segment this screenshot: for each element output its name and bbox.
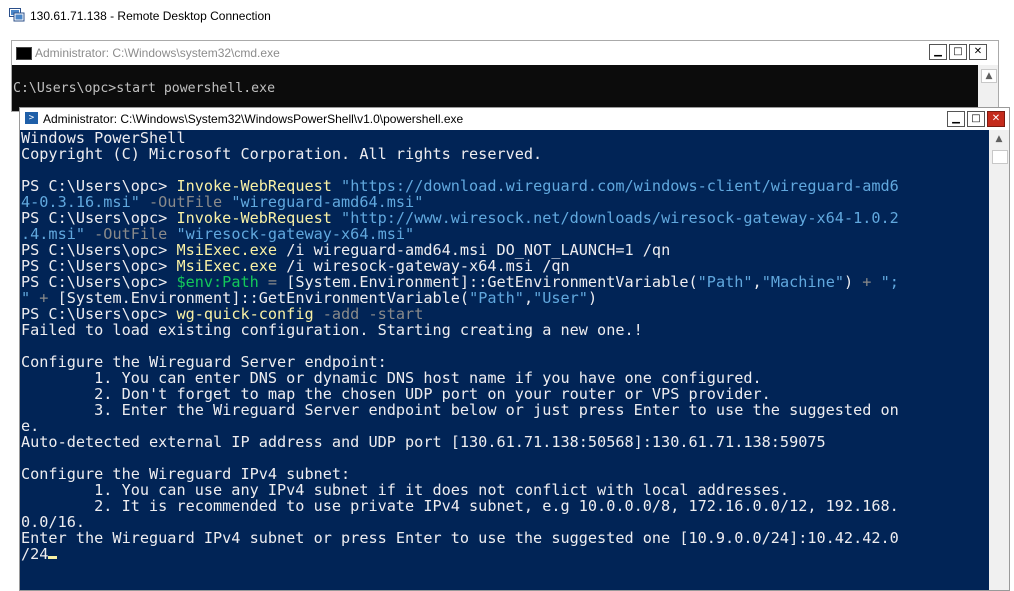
powershell-scrollbar[interactable]: ▲ [989, 130, 1009, 590]
cmd-close-button[interactable]: ✕ [969, 44, 987, 60]
rdp-title-bar: 130.61.71.138 - Remote Desktop Connectio… [0, 0, 1014, 34]
remote-desktop-icon [9, 8, 25, 22]
console-text-segment: , [523, 289, 534, 307]
cmd-console-line: C:\Users\opc>start powershell.exe [13, 81, 276, 96]
console-line: PS C:\Users\opc> $env:Path = [System.Env… [21, 274, 899, 290]
console-line: /24 [21, 546, 899, 562]
console-text-segment: "; [871, 273, 899, 291]
console-line: e. [21, 418, 899, 434]
console-line: 1. You can use any IPv4 subnet if it doe… [21, 482, 899, 498]
rdp-window-title: 130.61.71.138 - Remote Desktop Connectio… [30, 9, 271, 23]
powershell-icon: > [25, 112, 38, 124]
cmd-scrollbar[interactable]: ▲ [978, 65, 998, 111]
cmd-minimize-button[interactable]: ▁ [929, 44, 947, 60]
cmd-window[interactable]: Administrator: C:\Windows\system32\cmd.e… [11, 40, 999, 112]
powershell-scroll-thumb[interactable] [992, 150, 1008, 164]
cmd-title-bar[interactable]: Administrator: C:\Windows\system32\cmd.e… [12, 41, 998, 65]
cmd-scroll-up-arrow-icon[interactable]: ▲ [981, 69, 997, 83]
cmd-window-title: Administrator: C:\Windows\system32\cmd.e… [35, 46, 280, 60]
console-line: PS C:\Users\opc> Invoke-WebRequest "http… [21, 210, 899, 226]
console-line: Windows PowerShell [21, 130, 899, 146]
console-text-segment: "Path" [469, 289, 524, 307]
console-text-segment: Failed to load existing configuration. S… [21, 321, 643, 339]
console-text-segment: 3. Enter the Wireguard Server endpoint b… [21, 401, 899, 419]
console-line: 0.0/16. [21, 514, 899, 530]
console-line: Copyright (C) Microsoft Corporation. All… [21, 146, 899, 162]
console-text-segment: ) [587, 289, 598, 307]
console-line: .4.msi" -OutFile "wiresock-gateway-x64.m… [21, 226, 899, 242]
powershell-close-button[interactable]: ✕ [987, 111, 1005, 127]
console-line: PS C:\Users\opc> Invoke-WebRequest "http… [21, 178, 899, 194]
console-line: 2. It is recommended to use private IPv4… [21, 498, 899, 514]
console-line: 3. Enter the Wireguard Server endpoint b… [21, 402, 899, 418]
powershell-console[interactable]: Windows PowerShell Copyright (C) Microsof… [20, 130, 989, 590]
console-line: 1. You can enter DNS or dynamic DNS host… [21, 370, 899, 386]
console-text-segment: , [752, 273, 762, 291]
text-cursor [48, 556, 58, 559]
console-line: PS C:\Users\opc> wg-quick-config -add -s… [21, 306, 899, 322]
console-line: " + [System.Environment]::GetEnvironment… [21, 290, 899, 306]
scroll-up-arrow-icon[interactable]: ▲ [992, 133, 1006, 145]
console-text-segment: Auto-detected external IP address and UD… [21, 433, 826, 451]
cmd-icon [16, 47, 32, 60]
console-line: Enter the Wireguard IPv4 subnet or press… [21, 530, 899, 546]
console-text-segment: /24 [21, 545, 49, 563]
console-line: Configure the Wireguard IPv4 subnet: [21, 466, 899, 482]
powershell-minimize-button[interactable]: ▁ [947, 111, 965, 127]
console-line: 4-0.3.16.msi" -OutFile "wireguard-amd64.… [21, 194, 899, 210]
console-text-segment: "Machine" [761, 273, 844, 291]
cmd-console[interactable]: C:\Users\opc>start powershell.exe [12, 65, 978, 111]
console-text-segment: "Path" [697, 273, 753, 291]
console-line: PS C:\Users\opc> MsiExec.exe /i wireguar… [21, 242, 899, 258]
powershell-window-title: Administrator: C:\Windows\System32\Windo… [43, 112, 464, 126]
powershell-window[interactable]: > Administrator: C:\Windows\System32\Win… [19, 107, 1010, 591]
powershell-title-bar[interactable]: > Administrator: C:\Windows\System32\Win… [20, 108, 1009, 130]
console-line: Auto-detected external IP address and UD… [21, 434, 899, 450]
cmd-maximize-button[interactable]: □ [949, 44, 967, 60]
console-text-segment: Copyright (C) Microsoft Corporation. All… [21, 145, 543, 163]
powershell-console-output: Windows PowerShell Copyright (C) Microsof… [21, 130, 899, 562]
powershell-maximize-button[interactable]: □ [967, 111, 985, 127]
console-line: Failed to load existing configuration. S… [21, 322, 899, 338]
console-text-segment: 2. It is recommended to use private IPv4… [21, 497, 899, 515]
console-line: Configure the Wireguard Server endpoint: [21, 354, 899, 370]
console-text-segment: "User" [533, 289, 588, 307]
console-text-segment: "http://www.wiresock.net/downloads/wires… [331, 209, 899, 227]
console-line: 2. Don't forget to map the chosen UDP po… [21, 386, 899, 402]
console-text-segment: ) [843, 273, 863, 291]
console-line: PS C:\Users\opc> MsiExec.exe /i wiresock… [21, 258, 899, 274]
console-text-segment: Enter the Wireguard IPv4 subnet or press… [21, 529, 899, 547]
